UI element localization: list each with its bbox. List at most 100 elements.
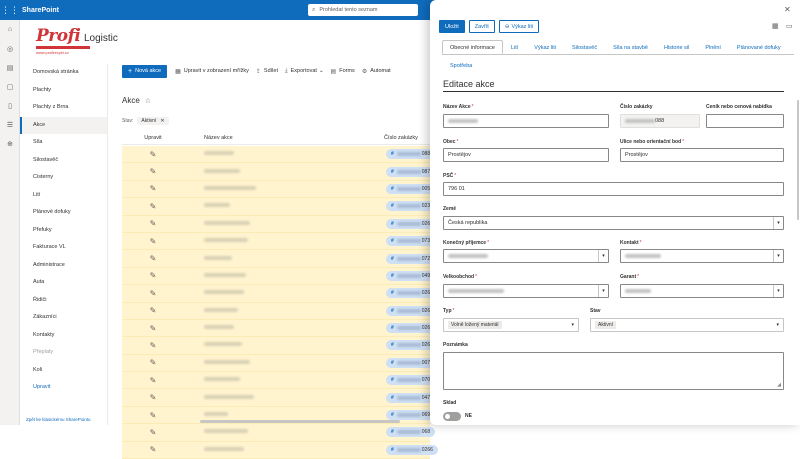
close-button[interactable]: Zavřít	[468, 20, 495, 33]
edit-pencil-icon[interactable]: ✎	[122, 237, 184, 246]
table-row[interactable]: ✎ #087	[122, 163, 436, 181]
nav-item-silostavec[interactable]: Silostavěč	[20, 152, 107, 170]
edit-pencil-icon[interactable]: ✎	[122, 428, 184, 437]
row-name-cell[interactable]	[184, 255, 304, 262]
kontakt-select[interactable]: ▾	[620, 249, 784, 263]
edit-pencil-icon[interactable]: ✎	[122, 219, 184, 228]
tab-liti[interactable]: Lití	[503, 40, 526, 54]
edit-pencil-icon[interactable]: ✎	[122, 306, 184, 315]
row-name-cell[interactable]	[184, 168, 304, 175]
ulice-input[interactable]: Prostějov	[620, 148, 784, 162]
edit-pencil-icon[interactable]: ✎	[122, 445, 184, 454]
edit-pencil-icon[interactable]: ✎	[122, 393, 184, 402]
row-name-cell[interactable]	[184, 151, 304, 157]
obec-input[interactable]: Prostějov	[443, 148, 609, 162]
typ-select[interactable]: Volně ložený materiál ▾	[443, 318, 579, 332]
table-row[interactable]: ✎ #0079	[122, 354, 438, 373]
tab-spotreba[interactable]: Spotřeba	[442, 58, 480, 72]
table-row[interactable]: ✎ #088	[122, 146, 436, 164]
nav-item-plachty[interactable]: Plachty	[20, 82, 107, 100]
row-name-cell[interactable]	[184, 377, 304, 383]
tab-general[interactable]: Obecné informace	[442, 40, 503, 54]
edit-pencil-icon[interactable]: ✎	[122, 167, 184, 176]
velkoobchod-select[interactable]: ▾	[443, 284, 609, 298]
row-name-cell[interactable]	[184, 394, 304, 401]
edit-grid-button[interactable]: ▦ Upravit v zobrazení mřížky	[175, 68, 249, 75]
news-icon[interactable]: ▤	[0, 58, 20, 77]
report-button[interactable]: ⊖ Výkaz liti	[498, 20, 540, 33]
forms-button[interactable]: ▤ Forms	[331, 68, 355, 75]
edit-pencil-icon[interactable]: ✎	[122, 411, 184, 420]
row-name-cell[interactable]	[184, 220, 304, 227]
row-name-cell[interactable]	[184, 429, 304, 435]
psc-input[interactable]: 796 01	[443, 182, 784, 196]
edit-pencil-icon[interactable]: ✎	[122, 358, 184, 367]
tab-planovane-dofuky[interactable]: Plánované dofuky	[729, 40, 789, 54]
nav-item-domovska[interactable]: Domovská stránka	[20, 64, 107, 82]
list-icon[interactable]: ☰	[0, 115, 20, 134]
new-item-button[interactable]: + Nová akce	[122, 64, 168, 78]
table-row[interactable]: ✎ #073	[122, 232, 436, 251]
export-button[interactable]: ⤓ Exportovat ⌄	[285, 68, 324, 75]
edit-pencil-icon[interactable]: ✎	[122, 202, 184, 211]
nav-item-zakaznici[interactable]: Zákazníci	[20, 309, 107, 327]
row-name-cell[interactable]	[184, 185, 304, 192]
panel-scrollbar[interactable]	[797, 100, 799, 220]
edit-pencil-icon[interactable]: ✎	[122, 289, 184, 298]
globe-icon[interactable]: ◎	[0, 39, 20, 58]
nav-item-plachty-brno[interactable]: Plachty z Brna	[20, 99, 107, 117]
row-name-cell[interactable]	[184, 412, 304, 418]
prijemce-select[interactable]: ▾	[443, 249, 609, 263]
table-row[interactable]: ✎ #068	[122, 424, 436, 442]
share-button[interactable]: ⇪ Sdílet	[256, 68, 278, 75]
nav-item-planove-dofuky[interactable]: Plánové dofuky	[20, 204, 107, 222]
table-row[interactable]: ✎ #0266	[122, 441, 438, 459]
calendar-icon[interactable]: ▦	[772, 22, 779, 30]
sklad-toggle[interactable]	[443, 412, 461, 421]
table-row[interactable]: ✎ #072	[122, 250, 436, 268]
nav-item-akce[interactable]: Akce	[20, 116, 107, 134]
table-row[interactable]: ✎ #0261	[122, 337, 438, 355]
zeme-select[interactable]: Česká republika ▾	[443, 216, 784, 230]
nav-item-kontakty[interactable]: Kontakty	[20, 327, 107, 345]
nav-item-auta[interactable]: Auta	[20, 274, 107, 292]
row-name-cell[interactable]	[184, 359, 304, 366]
stav-select[interactable]: Aktivní ▾	[590, 318, 784, 332]
nav-item-administrace[interactable]: Administrace	[20, 257, 107, 275]
save-button[interactable]: Uložit	[439, 20, 465, 33]
cenik-input[interactable]	[706, 114, 784, 128]
column-header-name[interactable]: Název akce	[184, 135, 304, 141]
row-name-cell[interactable]	[184, 203, 304, 209]
close-icon[interactable]: ✕	[160, 118, 164, 124]
nav-item-cisterny[interactable]: Cisterny	[20, 169, 107, 187]
table-row[interactable]: ✎ #070	[122, 372, 436, 390]
table-row[interactable]: ✎ #023	[122, 198, 436, 216]
nav-item-liti[interactable]: Lití	[20, 187, 107, 205]
nazev-akce-input[interactable]	[443, 114, 609, 128]
tab-vykaz-liti[interactable]: Výkaz liti	[526, 40, 564, 54]
edit-pencil-icon[interactable]: ✎	[122, 271, 184, 280]
tab-silostavec[interactable]: Silostavěč	[564, 40, 605, 54]
search-input[interactable]: ⌕ Prohledat tento seznam	[308, 4, 418, 16]
edit-pencil-icon[interactable]: ✎	[122, 184, 184, 193]
filter-pill[interactable]: Aktivní ✕	[137, 117, 169, 125]
table-row[interactable]: ✎ #0265	[122, 215, 438, 233]
tab-sila-na-stavbe[interactable]: Síla na stavbě	[605, 40, 656, 54]
nav-item-fakturace[interactable]: Fakturace VL	[20, 239, 107, 257]
row-name-cell[interactable]	[184, 272, 304, 279]
table-row[interactable]: ✎ #047	[122, 389, 436, 407]
site-title[interactable]: Logistic	[84, 33, 118, 44]
table-row[interactable]: ✎ #0262	[122, 319, 438, 338]
table-row[interactable]: ✎ #049	[122, 267, 436, 286]
edit-pencil-icon[interactable]: ✎	[122, 254, 184, 263]
row-name-cell[interactable]	[184, 325, 304, 331]
tab-plneni[interactable]: Plnění	[697, 40, 729, 54]
classic-sharepoint-link[interactable]: Zpět ke klasickému SharePointu	[26, 417, 106, 423]
row-name-cell[interactable]	[184, 307, 304, 314]
add-icon[interactable]: ⊕	[0, 134, 20, 153]
document-icon[interactable]: ▯	[0, 96, 20, 115]
nav-item-koli[interactable]: Koli	[20, 362, 107, 380]
nav-item-sila[interactable]: Síla	[20, 134, 107, 152]
nav-item-preplaty[interactable]: Přeplaty	[20, 344, 107, 362]
column-header-number[interactable]: Číslo zakázky	[304, 135, 424, 141]
